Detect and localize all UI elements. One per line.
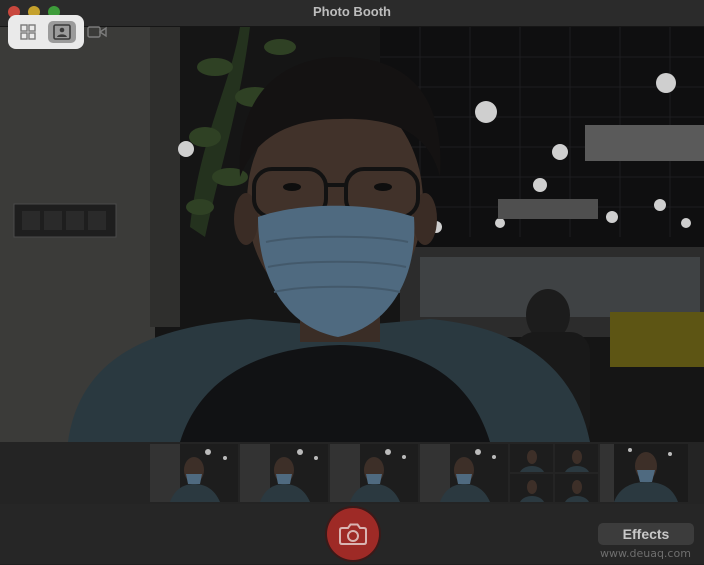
thumbnail-list bbox=[150, 444, 688, 502]
thumbnail-image bbox=[420, 444, 508, 502]
grid-view-button[interactable] bbox=[14, 21, 42, 43]
thumbnail-quad bbox=[510, 444, 553, 472]
take-photo-button[interactable] bbox=[327, 508, 379, 560]
thumbnail[interactable] bbox=[420, 444, 508, 502]
video-camera-icon bbox=[87, 26, 107, 38]
thumbnail-image bbox=[240, 444, 328, 502]
single-photo-button[interactable] bbox=[48, 21, 76, 43]
effects-button[interactable]: Effects bbox=[598, 523, 694, 545]
watermark: www.deuaq.com bbox=[600, 547, 691, 560]
thumbnail-image bbox=[150, 444, 238, 502]
camera-preview bbox=[0, 27, 704, 442]
single-photo-icon bbox=[53, 24, 71, 40]
thumbnail[interactable] bbox=[240, 444, 328, 502]
thumbnail-quad bbox=[555, 444, 598, 472]
thumbnail-selected[interactable] bbox=[600, 444, 688, 502]
camera-feed-image bbox=[0, 27, 704, 442]
thumbnail-image bbox=[600, 444, 688, 502]
thumbnail-image bbox=[330, 444, 418, 502]
video-mode-button[interactable] bbox=[86, 21, 108, 43]
thumbnail-quad bbox=[555, 474, 598, 502]
view-mode-group bbox=[8, 15, 84, 49]
thumbnail[interactable] bbox=[150, 444, 238, 502]
grid-view-icon bbox=[20, 24, 36, 40]
photo-strip bbox=[0, 442, 704, 504]
thumbnail-quad bbox=[510, 474, 553, 502]
window-title: Photo Booth bbox=[313, 4, 391, 19]
thumbnail[interactable] bbox=[330, 444, 418, 502]
camera-icon bbox=[339, 523, 367, 545]
thumbnail-four-up[interactable] bbox=[510, 444, 598, 502]
